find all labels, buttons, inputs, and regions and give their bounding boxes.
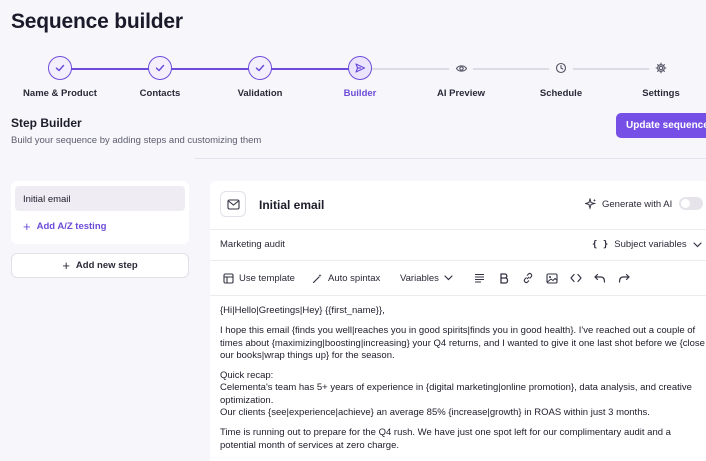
email-paragraph: I hope this email {finds you well|reache…	[220, 325, 705, 361]
step-label: Validation	[237, 88, 283, 99]
link-icon[interactable]	[521, 271, 535, 285]
variables-dropdown[interactable]: Variables	[400, 269, 453, 287]
align-icon[interactable]	[472, 271, 486, 285]
update-sequence-button[interactable]: Update sequence	[616, 113, 706, 138]
add-new-step-button[interactable]: + Add new step	[11, 253, 189, 278]
step-schedule[interactable]: Schedule	[511, 56, 611, 99]
section-title: Step Builder	[11, 116, 82, 130]
editor-title: Initial email	[259, 198, 325, 212]
step-validation[interactable]: Validation	[210, 56, 310, 99]
email-editor: Initial email Generate with AI Marketing…	[210, 181, 706, 461]
step-label: AI Preview	[436, 88, 486, 99]
step-settings[interactable]: Settings	[611, 56, 706, 99]
add-ab-testing-label: Add A/Z testing	[36, 221, 107, 232]
step-label: Name & Product	[23, 88, 97, 99]
steps-list: Initial email + Add A/Z testing	[11, 181, 189, 244]
email-body-editor[interactable]: {Hi|Hello|Greetings|Hey} {{first_name}},…	[220, 305, 705, 460]
auto-spintax-label: Auto spintax	[328, 272, 381, 284]
section-subtitle: Build your sequence by adding steps and …	[11, 135, 262, 146]
check-icon	[48, 56, 72, 80]
use-template-label: Use template	[239, 272, 295, 284]
eye-icon	[449, 56, 473, 80]
code-icon[interactable]	[569, 271, 583, 285]
editor-toolbar: Use template Auto spintax Variables	[220, 269, 700, 287]
email-line: Our clients {see|experience|achieve} an …	[220, 407, 650, 419]
mail-icon	[220, 191, 246, 217]
magic-wand-icon	[312, 273, 322, 283]
step-label: Schedule	[539, 88, 583, 99]
gear-icon	[649, 56, 673, 80]
subject-input[interactable]: Marketing audit	[220, 239, 285, 250]
undo-icon[interactable]	[593, 271, 607, 285]
sparkle-icon	[585, 198, 597, 210]
email-line: Celementa's team has 5+ years of experie…	[220, 382, 692, 406]
chevron-down-icon	[693, 241, 702, 247]
email-paragraph: {Hi|Hello|Greetings|Hey} {{first_name}},	[220, 305, 385, 316]
clock-icon	[549, 56, 573, 80]
add-ab-testing-link[interactable]: + Add A/Z testing	[23, 218, 107, 234]
braces-icon: { }	[592, 239, 609, 250]
generate-with-ai[interactable]: Generate with AI	[585, 198, 672, 210]
step-label: Contacts	[139, 88, 181, 99]
plus-icon: +	[23, 218, 31, 234]
email-paragraph: Quick recap: Celementa's team has 5+ yea…	[220, 370, 705, 419]
divider	[210, 295, 706, 296]
auto-spintax-button[interactable]: Auto spintax	[312, 269, 380, 287]
step-list-item-initial-email[interactable]: Initial email	[15, 186, 185, 211]
step-contacts[interactable]: Contacts	[110, 56, 210, 99]
step-ai-preview[interactable]: AI Preview	[411, 56, 511, 99]
variables-label: Variables	[400, 272, 439, 284]
check-icon	[148, 56, 172, 80]
check-icon	[248, 56, 272, 80]
use-template-button[interactable]: Use template	[223, 269, 295, 287]
plus-icon: +	[62, 258, 70, 273]
generate-with-ai-label: Generate with AI	[602, 198, 673, 210]
template-icon	[223, 272, 234, 284]
sequence-builder-page: Sequence builder Name & Product Contacts…	[0, 0, 706, 461]
step-label: Settings	[642, 88, 680, 99]
bold-icon[interactable]	[497, 271, 511, 285]
send-icon	[348, 56, 372, 80]
step-builder[interactable]: Builder	[310, 56, 410, 99]
divider	[195, 158, 706, 159]
divider	[210, 260, 706, 261]
email-line: Quick recap:	[220, 370, 274, 382]
toggle-knob	[681, 199, 690, 208]
add-new-step-label: Add new step	[75, 260, 138, 271]
email-paragraph: Time is running out to prepare for the Q…	[220, 427, 671, 451]
step-label: Builder	[343, 88, 377, 99]
redo-icon[interactable]	[617, 271, 631, 285]
subject-variables-dropdown[interactable]: { } Subject variables	[592, 239, 702, 250]
page-title: Sequence builder	[11, 10, 183, 33]
image-icon[interactable]	[545, 271, 559, 285]
chevron-down-icon	[444, 275, 453, 281]
progress-stepper: Name & Product Contacts Validation Build…	[0, 56, 706, 100]
subject-variables-label: Subject variables	[614, 239, 687, 250]
generate-ai-toggle[interactable]	[679, 197, 703, 210]
step-name-product[interactable]: Name & Product	[10, 56, 110, 99]
divider	[210, 229, 706, 230]
